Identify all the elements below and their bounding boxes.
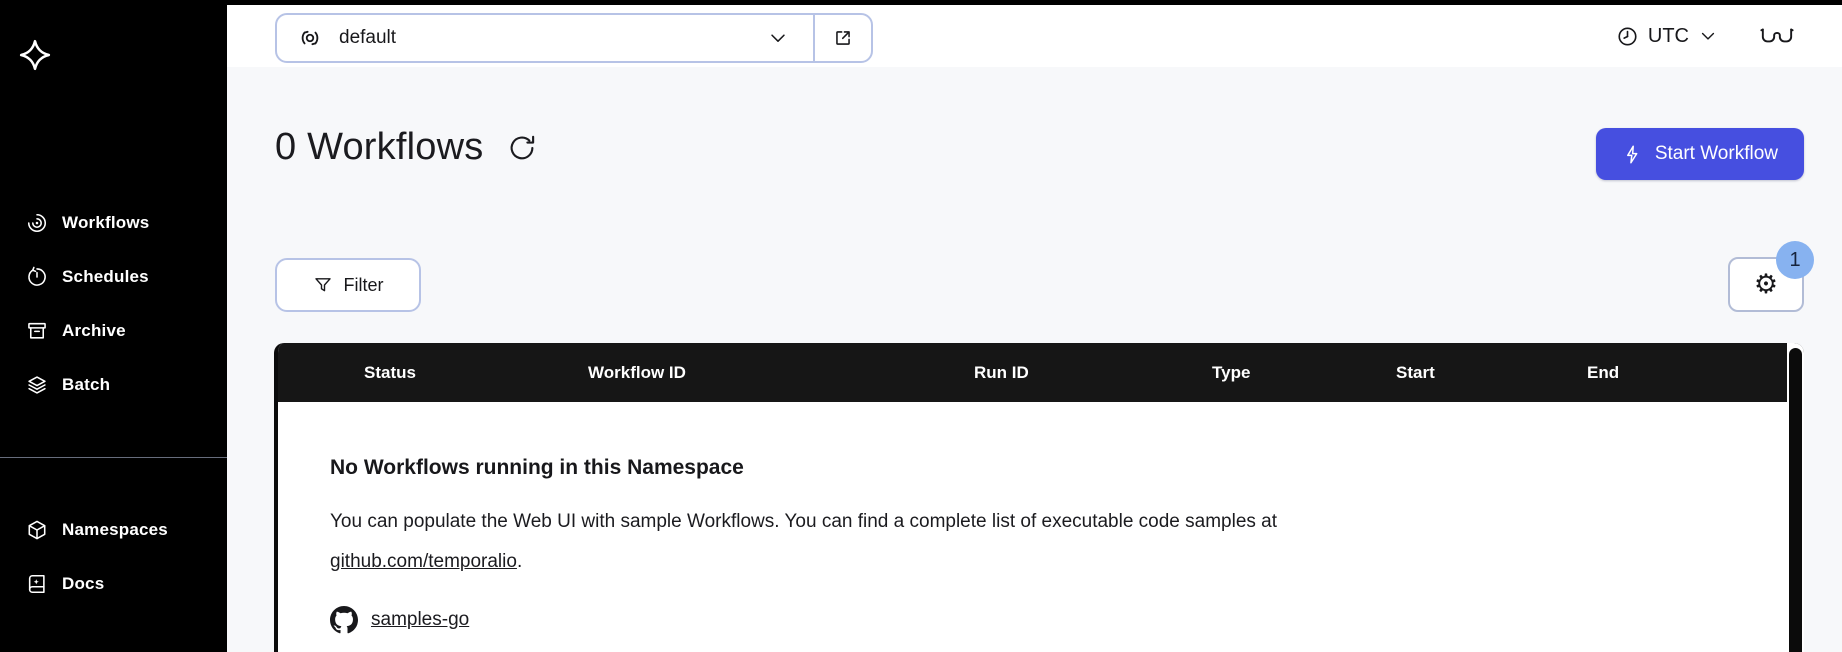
column-header-status: Status — [364, 363, 416, 382]
github-icon — [330, 606, 358, 634]
table-header-row: Status Workflow ID Run ID Type Start End — [278, 343, 1804, 402]
start-workflow-button[interactable]: Start Workflow — [1595, 128, 1804, 180]
table-scrollbar-thumb[interactable] — [1789, 348, 1802, 652]
sidebar-item-batch[interactable]: Batch — [0, 358, 227, 412]
empty-state-line1: You can populate the Web UI with sample … — [330, 511, 1278, 532]
empty-state-text: You can populate the Web UI with sample … — [330, 502, 1650, 582]
sample-repo-row: samples-go — [330, 606, 1724, 634]
sidebar-item-label: Docs — [62, 574, 105, 593]
namespaces-icon — [26, 519, 48, 541]
docs-icon — [26, 573, 48, 595]
open-namespace-button[interactable] — [815, 15, 871, 61]
timezone-value: UTC — [1647, 24, 1689, 47]
samples-go-link[interactable]: samples-go — [371, 609, 469, 631]
schedules-icon — [26, 266, 48, 288]
namespace-value: default — [339, 27, 397, 48]
github-temporalio-link[interactable]: github.com/temporalio — [330, 551, 517, 572]
sidebar-item-label: Schedules — [62, 267, 149, 286]
chevron-down-icon — [1698, 26, 1718, 46]
page-title-row: 0 Workflows — [275, 126, 537, 169]
timezone-picker[interactable]: UTC — [1616, 25, 1718, 48]
sidebar-item-label: Workflows — [62, 213, 150, 232]
settings-count-badge: 1 — [1776, 241, 1814, 279]
glasses-icon — [1760, 25, 1794, 48]
archive-icon — [26, 320, 48, 342]
column-header-run-id: Run ID — [974, 363, 1029, 382]
column-header-type: Type — [1212, 363, 1251, 382]
external-link-icon — [832, 27, 854, 49]
sidebar-item-workflows[interactable]: Workflows — [0, 196, 227, 250]
sidebar-item-label: Namespaces — [62, 520, 168, 539]
workflows-table: Status Workflow ID Run ID Type Start End… — [274, 343, 1804, 652]
filter-label: Filter — [343, 274, 384, 295]
namespace-sync-icon — [297, 25, 323, 51]
topbar-right: UTC — [1616, 5, 1794, 67]
workflows-icon — [26, 212, 48, 234]
sidebar-item-archive[interactable]: Archive — [0, 304, 227, 358]
batch-icon — [26, 374, 48, 396]
top-border-strip — [0, 0, 1842, 5]
sidebar-item-docs[interactable]: Docs — [0, 557, 227, 611]
funnel-icon — [313, 275, 333, 295]
sidebar-nav-secondary: Namespaces Docs — [0, 503, 227, 611]
table-empty-state: No Workflows running in this Namespace Y… — [278, 402, 1804, 634]
clock-icon — [1616, 25, 1639, 48]
sidebar-item-schedules[interactable]: Schedules — [0, 250, 227, 304]
chevron-down-icon — [767, 27, 789, 49]
start-workflow-label: Start Workflow — [1654, 143, 1778, 164]
refresh-button[interactable] — [507, 133, 537, 163]
sidebar-item-label: Archive — [62, 321, 126, 340]
filter-button[interactable]: Filter — [275, 258, 421, 312]
column-header-start: Start — [1396, 363, 1435, 382]
sidebar-item-namespaces[interactable]: Namespaces — [0, 503, 227, 557]
column-header-end: End — [1587, 363, 1620, 382]
sidebar-nav-primary: Workflows Schedules Archive Batch — [0, 196, 227, 412]
temporal-logo-icon[interactable] — [18, 38, 52, 72]
namespace-selector-main[interactable]: default — [277, 15, 813, 61]
lightning-bolt-icon — [1622, 144, 1643, 165]
topbar: default UTC — [227, 5, 1842, 67]
labs-mode-button[interactable] — [1760, 24, 1794, 48]
sentence-period: . — [516, 551, 523, 572]
sidebar-divider — [0, 457, 227, 458]
namespace-selector[interactable]: default — [275, 13, 873, 63]
gear-icon: ⚙ — [1753, 269, 1779, 300]
sidebar: Workflows Schedules Archive Batch Namesp… — [0, 0, 227, 652]
sidebar-item-label: Batch — [62, 375, 111, 394]
empty-state-heading: No Workflows running in this Namespace — [330, 456, 744, 479]
column-header-workflow-id: Workflow ID — [588, 363, 686, 382]
page-title: 0 Workflows — [275, 126, 484, 168]
